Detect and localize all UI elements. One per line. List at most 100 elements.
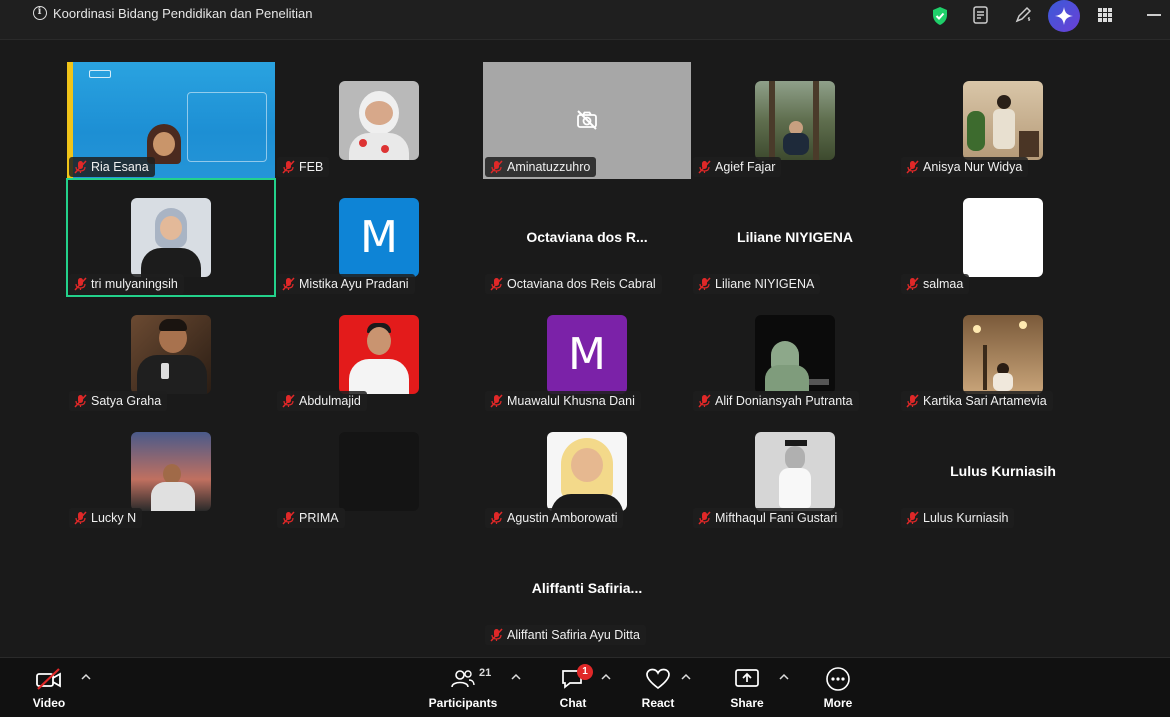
react-label: React [641, 696, 675, 710]
participant-tile[interactable]: tri mulyaningsih [66, 178, 276, 297]
shield-check-icon[interactable] [929, 5, 951, 27]
participant-avatar [755, 315, 835, 394]
share-button[interactable]: Share [726, 666, 768, 714]
participant-tile[interactable]: Anisya Nur Widya [899, 62, 1107, 179]
camera-off-icon [577, 110, 597, 130]
participant-avatar [963, 198, 1043, 277]
participant-tile[interactable]: Alif Doniansyah Putranta [691, 296, 899, 413]
participant-name-label: Lucky N [69, 508, 143, 528]
mic-muted-icon [698, 394, 711, 408]
participant-name-label: tri mulyaningsih [69, 274, 184, 294]
video-gallery: Ria Esana FEB Aminatuzzuhro Agief Fajar … [0, 40, 1170, 657]
participant-name-label: Aliffanti Safiria Ayu Ditta [485, 625, 646, 645]
chevron-up-icon[interactable] [511, 672, 521, 682]
participant-name-label: Mistika Ayu Pradani [277, 274, 415, 294]
grid-icon[interactable] [1094, 4, 1116, 26]
participant-tile[interactable]: Agustin Amborowati [483, 413, 691, 530]
participant-name-label: Anisya Nur Widya [901, 157, 1029, 177]
participant-tile[interactable]: Mifthaqul Fani Gustari [691, 413, 899, 530]
participant-name-label: Ria Esana [69, 157, 155, 177]
participant-tile[interactable]: M Mistika Ayu Pradani [275, 179, 483, 296]
mic-muted-icon [906, 394, 919, 408]
participant-avatar [547, 432, 627, 511]
mic-muted-icon [698, 511, 711, 525]
participant-avatar [963, 81, 1043, 160]
mic-muted-icon [906, 277, 919, 291]
participant-avatar [131, 315, 211, 394]
react-button[interactable]: React [636, 666, 680, 714]
mic-muted-icon [74, 394, 87, 408]
participants-label: Participants [428, 696, 498, 710]
participant-name-label: salmaa [901, 274, 970, 294]
participant-tile[interactable]: salmaa [899, 179, 1107, 296]
participants-button[interactable]: 21 Participants [428, 666, 498, 714]
participant-tile[interactable]: Octaviana dos R... Octaviana dos Reis Ca… [483, 179, 691, 296]
notes-icon[interactable] [970, 4, 992, 26]
participant-name-label: Alif Doniansyah Putranta [693, 391, 859, 411]
video-label: Video [32, 696, 66, 710]
chevron-up-icon[interactable] [681, 672, 691, 682]
participant-avatar [339, 432, 419, 511]
participant-tile[interactable]: M Muawalul Khusna Dani [483, 296, 691, 413]
participant-name-label: Satya Graha [69, 391, 168, 411]
mic-muted-icon [74, 511, 87, 525]
participant-name-label: Liliane NIYIGENA [693, 274, 821, 294]
participant-tile[interactable]: Satya Graha [67, 296, 275, 413]
title-bar: Koordinasi Bidang Pendidikan dan Penelit… [0, 0, 1170, 40]
chat-label: Chat [559, 696, 587, 710]
participant-name-label: Agustin Amborowati [485, 508, 624, 528]
participant-avatar [131, 432, 211, 511]
more-button[interactable]: More [818, 666, 858, 714]
participant-name-label: Aminatuzzuhro [485, 157, 597, 177]
mic-muted-icon [698, 160, 711, 174]
participant-name-label: Lulus Kurniasih [901, 508, 1015, 528]
mic-muted-icon [906, 511, 919, 525]
mic-muted-icon [282, 277, 295, 291]
participant-tile[interactable]: Agief Fajar [691, 62, 899, 179]
participant-tile[interactable]: Ria Esana [67, 62, 275, 179]
chevron-up-icon[interactable] [601, 672, 611, 682]
mic-muted-icon [282, 511, 295, 525]
meeting-toolbar: Video 21 Participants 1 Chat React Share [0, 657, 1170, 717]
participant-avatar [963, 315, 1043, 394]
chevron-up-icon[interactable] [81, 672, 91, 682]
sparkle-icon[interactable] [1048, 0, 1080, 32]
mic-muted-icon [74, 160, 87, 174]
participant-tile[interactable]: FEB [275, 62, 483, 179]
mic-muted-icon [490, 511, 503, 525]
share-screen-icon [735, 669, 759, 687]
participant-tile[interactable]: Lulus Kurniasih Lulus Kurniasih [899, 413, 1107, 530]
participant-name-label: Kartika Sari Artamevia [901, 391, 1053, 411]
participant-tile[interactable]: PRIMA [275, 413, 483, 530]
mic-muted-icon [74, 277, 87, 291]
mic-muted-icon [282, 394, 295, 408]
info-icon[interactable] [33, 6, 47, 20]
participants-count: 21 [479, 667, 492, 679]
minimize-icon[interactable] [1147, 14, 1161, 16]
chat-unread-badge: 1 [577, 664, 593, 680]
video-button[interactable]: Video [24, 666, 74, 714]
pen-icon[interactable] [1012, 4, 1034, 26]
participant-tile[interactable]: Kartika Sari Artamevia [899, 296, 1107, 413]
more-label: More [823, 696, 853, 710]
participant-tile[interactable]: Lucky N [67, 413, 275, 530]
participant-display-name: Aliffanti Safiria... [531, 580, 643, 596]
video-off-icon [36, 668, 61, 690]
participant-avatar [339, 81, 419, 160]
chat-button[interactable]: 1 Chat [552, 664, 594, 714]
mic-muted-icon [282, 160, 295, 174]
participant-name-label: Mifthaqul Fani Gustari [693, 508, 844, 528]
chevron-up-icon[interactable] [779, 672, 789, 682]
participant-tile[interactable]: Liliane NIYIGENA Liliane NIYIGENA [691, 179, 899, 296]
mic-muted-icon [490, 394, 503, 408]
participant-display-name: Octaviana dos R... [526, 229, 648, 245]
participant-tile[interactable]: Aminatuzzuhro [483, 62, 691, 179]
participant-name-label: Agief Fajar [693, 157, 782, 177]
participant-initial-avatar: M [547, 315, 627, 394]
participant-name-label: FEB [277, 157, 330, 177]
participant-name-label: Octaviana dos Reis Cabral [485, 274, 662, 294]
people-icon [451, 670, 475, 688]
participant-tile[interactable]: Aliffanti Safiria... Aliffanti Safiria A… [483, 530, 691, 647]
mic-muted-icon [490, 277, 503, 291]
participant-tile[interactable]: Abdulmajid [275, 296, 483, 413]
